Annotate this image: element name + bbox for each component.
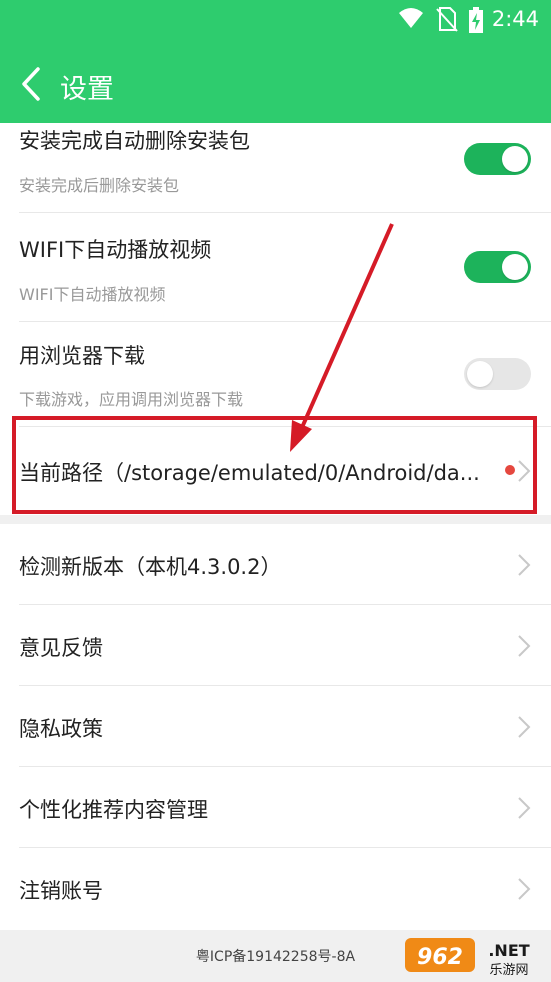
setting-row-check-update[interactable]: 检测新版本（本机4.3.0.2）: [0, 524, 551, 604]
wifi-autoplay-toggle[interactable]: [464, 251, 531, 283]
chevron-right-icon: [518, 554, 531, 576]
toggle-knob: [467, 361, 493, 387]
auto-delete-toggle[interactable]: [464, 143, 531, 175]
setting-description: 下载游戏，应用调用浏览器下载: [19, 390, 244, 409]
setting-label: 用浏览器下载: [19, 344, 145, 368]
svg-text:.NET: .NET: [488, 941, 529, 960]
battery-charging-icon: [469, 7, 483, 33]
annotation-highlight-box: [12, 416, 537, 514]
nav-bar: 设置: [0, 58, 551, 113]
browser-download-toggle[interactable]: [464, 358, 531, 390]
page-title: 设置: [60, 74, 114, 105]
chevron-right-icon: [518, 716, 531, 738]
setting-row-wifi-autoplay: WIFI下自动播放视频 WIFI下自动播放视频: [0, 213, 551, 321]
toggle-knob: [502, 146, 528, 172]
setting-row-feedback[interactable]: 意见反馈: [0, 605, 551, 685]
footer: 粤ICP备19142258号-8A 962 .NET 乐游网: [0, 930, 551, 981]
wifi-icon: [399, 8, 423, 28]
no-sim-icon: [436, 7, 458, 32]
setting-label: 安装完成自动删除安装包: [19, 129, 250, 153]
status-bar: 2:44: [0, 0, 551, 40]
svg-text:乐游网: 乐游网: [489, 963, 528, 978]
back-arrow-icon[interactable]: [18, 66, 48, 102]
setting-description: WIFI下自动播放视频: [19, 285, 166, 304]
setting-row-privacy[interactable]: 隐私政策: [0, 686, 551, 766]
chevron-right-icon: [518, 878, 531, 900]
app-header: 2:44 设置: [0, 0, 551, 123]
chevron-right-icon: [518, 797, 531, 819]
feedback-label: 意见反馈: [19, 636, 103, 660]
personalized-recommend-label: 个性化推荐内容管理: [19, 798, 208, 822]
setting-label: WIFI下自动播放视频: [19, 238, 212, 262]
setting-description: 安装完成后删除安装包: [19, 176, 180, 195]
status-time: 2:44: [491, 7, 539, 31]
delete-account-label: 注销账号: [19, 879, 103, 903]
setting-row-delete-account[interactable]: 注销账号: [0, 848, 551, 930]
setting-row-browser-download: 用浏览器下载 下载游戏，应用调用浏览器下载: [0, 322, 551, 420]
chevron-right-icon: [518, 635, 531, 657]
check-update-label: 检测新版本（本机4.3.0.2）: [19, 555, 282, 579]
svg-text:962: 962: [417, 945, 463, 970]
setting-row-auto-delete: 安装完成自动删除安装包 安装完成后删除安装包: [0, 123, 551, 213]
watermark-logo: 962 .NET 乐游网: [403, 932, 543, 978]
settings-section-general: 检测新版本（本机4.3.0.2） 意见反馈 隐私政策 个性化推荐内容管理 注销账…: [0, 524, 551, 930]
setting-row-personalized-recommend[interactable]: 个性化推荐内容管理: [0, 767, 551, 847]
toggle-knob: [502, 254, 528, 280]
privacy-label: 隐私政策: [19, 717, 103, 741]
